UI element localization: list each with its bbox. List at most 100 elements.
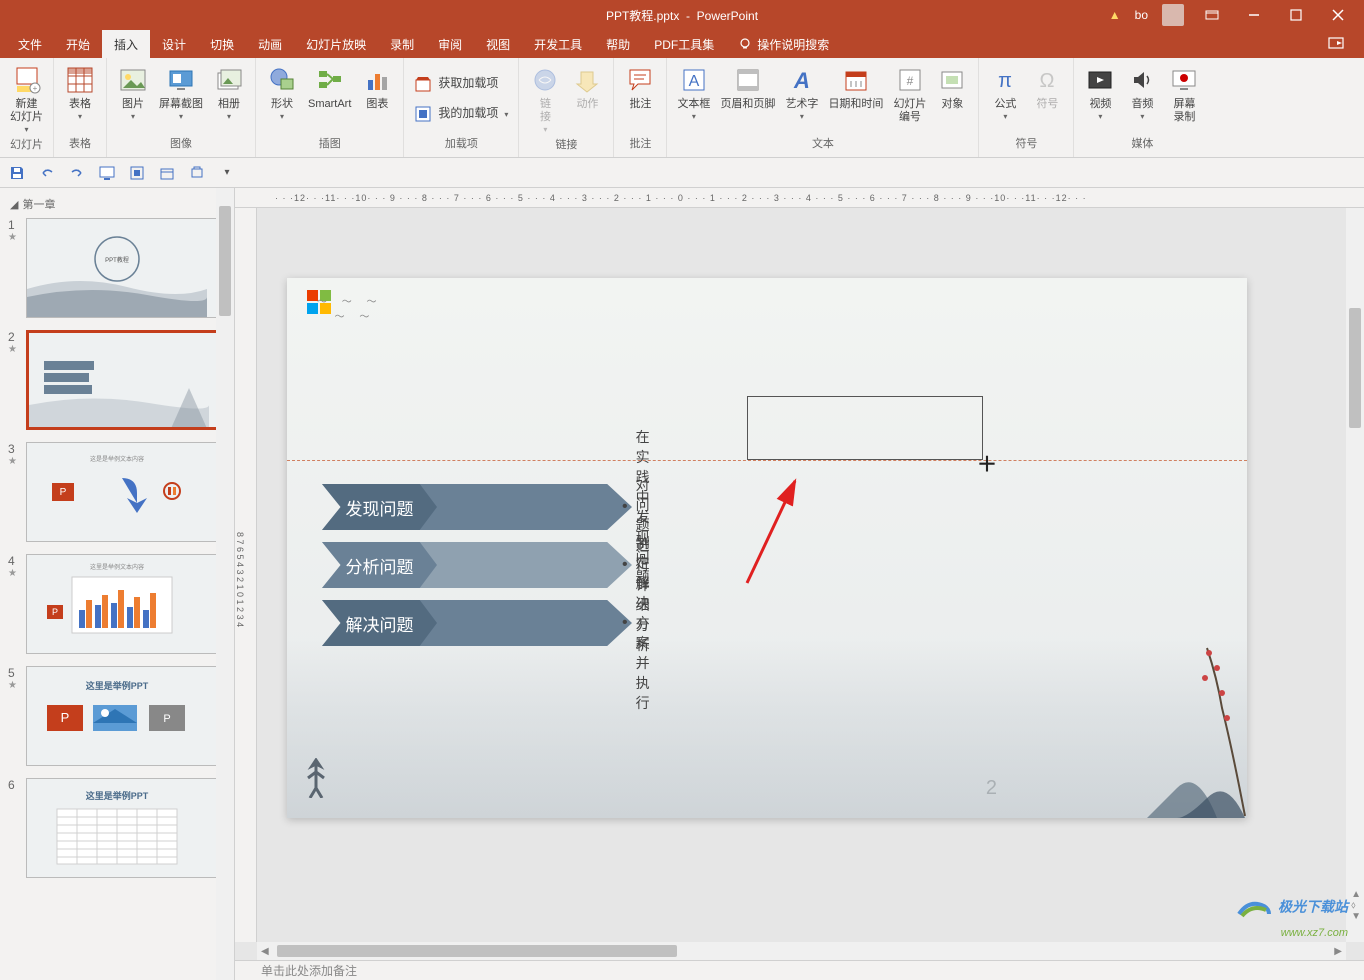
smartart-item-2[interactable]: 分析问题 •对问题进行详细分析: [322, 536, 632, 594]
slide-number-button[interactable]: # 幻灯片 编号: [889, 62, 930, 126]
slide-number-icon: #: [894, 64, 926, 96]
svg-text:A: A: [689, 73, 700, 90]
datetime-button[interactable]: 日期和时间: [824, 62, 887, 113]
undo-icon[interactable]: [38, 164, 56, 182]
menu-review[interactable]: 审阅: [426, 30, 474, 58]
thumbnail-6[interactable]: 6 这里是举例PPT: [0, 774, 234, 886]
object-button[interactable]: 对象: [932, 62, 972, 113]
get-addins-button[interactable]: 获取加载项: [410, 73, 502, 95]
thumbnail-1[interactable]: 1★ PPT教程: [0, 214, 234, 326]
menu-slideshow[interactable]: 幻灯片放映: [294, 30, 378, 58]
chevron-down-icon: ▾: [1098, 112, 1102, 121]
thumbnail-3[interactable]: 3★ 这是是举例文本内容P: [0, 438, 234, 550]
svg-text:A: A: [793, 68, 810, 93]
wordart-button[interactable]: A 艺术字 ▾: [781, 62, 822, 123]
thumbnail-2[interactable]: 2★: [0, 326, 234, 438]
svg-text:这里是举例文本内容: 这里是举例文本内容: [90, 563, 144, 571]
thumbnail-4[interactable]: 4★ 这里是举例文本内容P: [0, 550, 234, 662]
scroll-left-icon[interactable]: ◀: [261, 946, 269, 957]
textbox-button[interactable]: A 文本框 ▾: [673, 62, 714, 123]
slide[interactable]: 〜 〜 〜 〜 〜 发现问题 •在实践中发现问题 分析问题 •对问题进行详细分析: [287, 278, 1247, 818]
picture-icon: [117, 64, 149, 96]
close-icon[interactable]: [1324, 5, 1352, 25]
screenshot-button[interactable]: 屏幕截图 ▾: [155, 62, 207, 123]
save-icon[interactable]: [8, 164, 26, 182]
qat-icon-7[interactable]: [188, 164, 206, 182]
link-icon: [529, 64, 561, 96]
smartart-item-1[interactable]: 发现问题 •在实践中发现问题: [322, 478, 632, 536]
slideshow-start-icon[interactable]: [98, 164, 116, 182]
user-avatar-icon[interactable]: [1162, 4, 1184, 26]
addins-icon: [414, 105, 432, 123]
menu-recording[interactable]: 录制: [378, 30, 426, 58]
thumbnail-5[interactable]: 5★ 这里是举例PPTPP: [0, 662, 234, 774]
app-name: PowerPoint: [697, 9, 758, 23]
minimize-icon[interactable]: [1240, 5, 1268, 25]
svg-text:P: P: [61, 710, 70, 725]
chart-icon: [361, 64, 393, 96]
vertical-ruler[interactable]: 8 7 6 5 4 3 2 1 0 1 2 3 4: [235, 208, 257, 942]
chevron-down-icon: ▾: [1140, 112, 1144, 121]
menu-home[interactable]: 开始: [54, 30, 102, 58]
menu-file[interactable]: 文件: [6, 30, 54, 58]
chevron-down-icon: ▾: [280, 112, 284, 121]
menu-transitions[interactable]: 切换: [198, 30, 246, 58]
share-icon[interactable]: [1316, 37, 1358, 51]
animation-star-icon: ★: [8, 456, 26, 467]
scrollbar-thumb[interactable]: [277, 945, 677, 957]
thumbnails-scrollbar[interactable]: [216, 188, 234, 980]
notes-placeholder[interactable]: 单击此处添加备注: [235, 960, 1364, 980]
redo-icon[interactable]: [68, 164, 86, 182]
horizontal-scrollbar[interactable]: ◀ ▶: [257, 942, 1346, 960]
qat-icon-5[interactable]: [128, 164, 146, 182]
menu-design[interactable]: 设计: [150, 30, 198, 58]
shapes-button[interactable]: 形状 ▾: [262, 62, 302, 123]
scrollbar-thumb[interactable]: [219, 206, 231, 316]
qat-dropdown-icon[interactable]: ▾: [218, 164, 236, 182]
menu-insert[interactable]: 插入: [102, 30, 150, 58]
menu-developer[interactable]: 开发工具: [522, 30, 594, 58]
maximize-icon[interactable]: [1282, 5, 1310, 25]
new-slide-button[interactable]: + 新建 幻灯片 ▾: [6, 62, 47, 136]
annotation-arrow: [737, 473, 807, 593]
crosshair-cursor-icon: ＋: [977, 448, 997, 477]
video-button[interactable]: 视频 ▾: [1080, 62, 1120, 123]
datetime-icon: [840, 64, 872, 96]
my-addins-button[interactable]: 我的加载项 ▾: [410, 103, 512, 125]
smartart-button[interactable]: SmartArt: [304, 62, 355, 113]
action-icon: [571, 64, 603, 96]
header-footer-button[interactable]: 页眉和页脚: [716, 62, 779, 113]
smartart-item-3[interactable]: 解决问题 •制定解决方案并执行: [322, 594, 632, 652]
scroll-nav-arrows[interactable]: ▲⬨▼: [1351, 889, 1361, 922]
thumbnails-panel[interactable]: ◢ 第一章 1★ PPT教程 2★ 3★ 这是是举例文本内容P 4★ 这里是举例…: [0, 188, 235, 980]
vertical-scrollbar[interactable]: ▲⬨▼: [1346, 208, 1364, 942]
chevron-down-icon: ▾: [543, 125, 547, 134]
screen-recording-button[interactable]: 屏幕 录制: [1164, 62, 1204, 126]
album-button[interactable]: 相册 ▾: [209, 62, 249, 123]
menu-help[interactable]: 帮助: [594, 30, 642, 58]
chevron-down-icon: ▾: [179, 112, 183, 121]
symbol-button: Ω 符号: [1027, 62, 1067, 113]
menu-view[interactable]: 视图: [474, 30, 522, 58]
picture-button[interactable]: 图片 ▾: [113, 62, 153, 123]
table-button[interactable]: 表格 ▾: [60, 62, 100, 123]
tell-me-search[interactable]: 操作说明搜索: [726, 30, 841, 58]
audio-button[interactable]: 音频 ▾: [1122, 62, 1162, 123]
horizontal-ruler[interactable]: · · ·12· · ·11· · ·10· · · 9 · · · 8 · ·…: [235, 188, 1364, 208]
equation-button[interactable]: π 公式 ▾: [985, 62, 1025, 123]
qat-icon-6[interactable]: [158, 164, 176, 182]
group-tables-label: 表格: [69, 135, 91, 153]
comment-button[interactable]: 批注: [620, 62, 660, 113]
chart-button[interactable]: 图表: [357, 62, 397, 113]
chevron-down-icon: ▾: [131, 112, 135, 121]
scroll-right-icon[interactable]: ▶: [1334, 946, 1342, 957]
menu-pdftools[interactable]: PDF工具集: [642, 30, 726, 58]
animation-star-icon: ★: [8, 568, 26, 579]
drawing-rectangle[interactable]: [747, 396, 983, 460]
menu-animations[interactable]: 动画: [246, 30, 294, 58]
slide-canvas[interactable]: 〜 〜 〜 〜 〜 发现问题 •在实践中发现问题 分析问题 •对问题进行详细分析: [257, 208, 1364, 942]
scrollbar-thumb[interactable]: [1349, 308, 1361, 428]
smartart-head-1: 发现问题: [322, 484, 437, 530]
ribbon-options-icon[interactable]: [1198, 5, 1226, 25]
section-header[interactable]: ◢ 第一章: [0, 194, 234, 214]
